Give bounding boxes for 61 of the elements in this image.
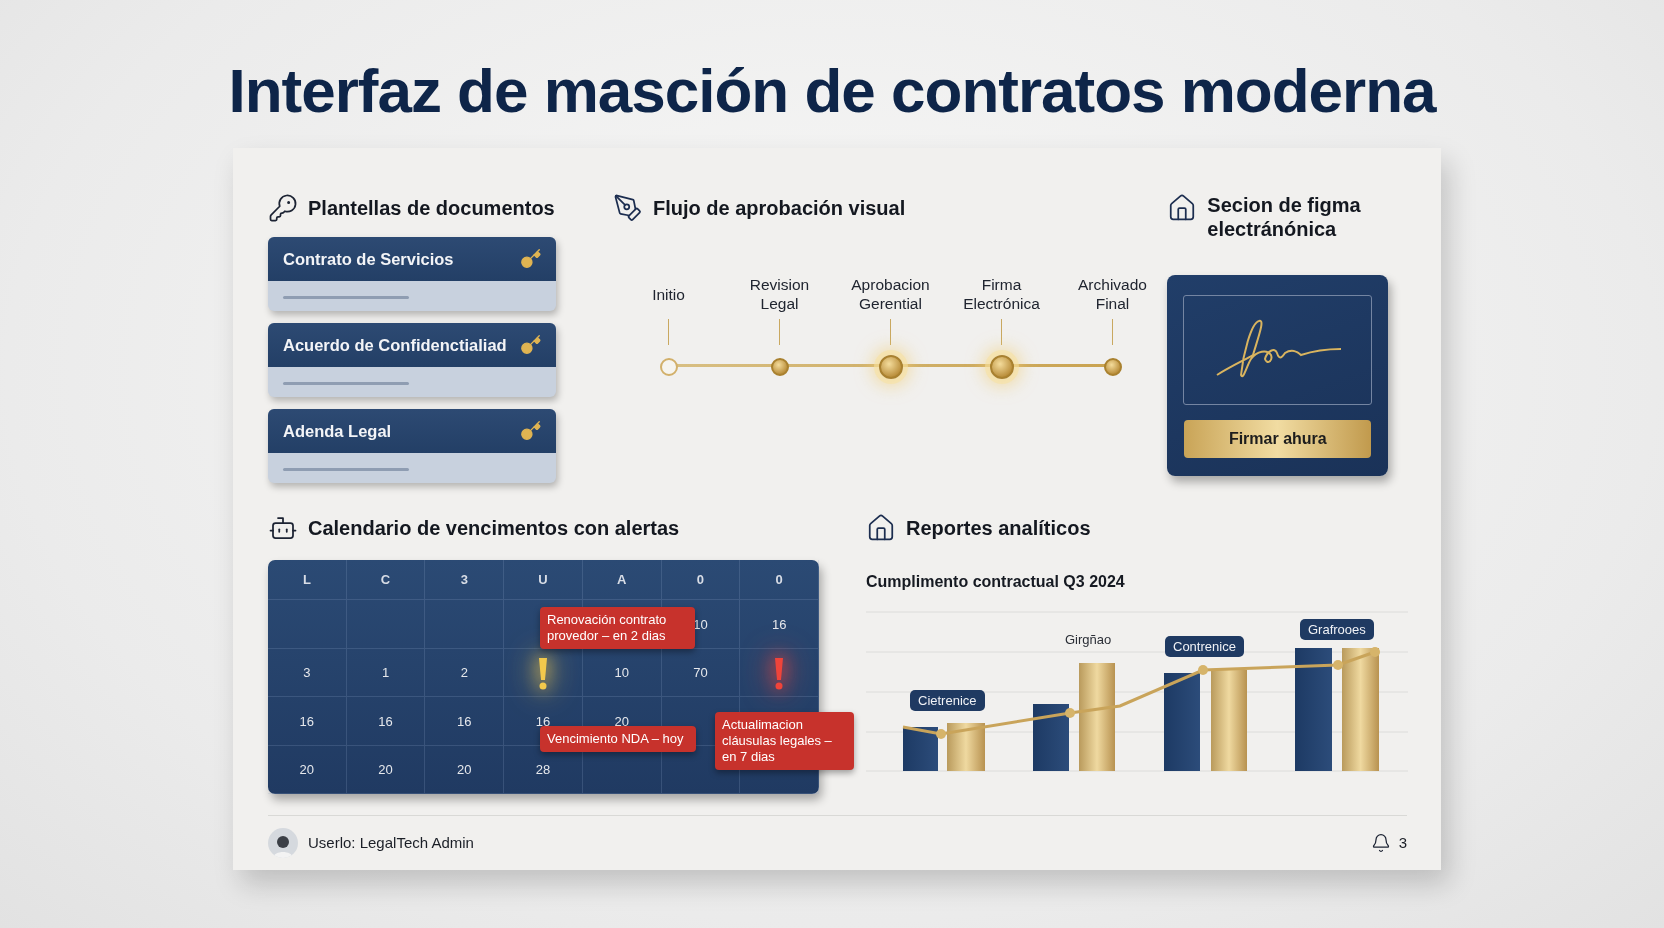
calendar-day[interactable]: 28: [535, 762, 551, 778]
calendar-cell[interactable]: 20: [268, 745, 347, 795]
calendar-cell[interactable]: 16: [425, 697, 505, 746]
step-label: Initio: [652, 284, 685, 305]
calendar-day[interactable]: 20: [378, 762, 393, 778]
calendar-day[interactable]: 20: [457, 762, 472, 778]
bar-label: Contrenice: [1165, 636, 1244, 658]
calendar-day[interactable]: 16: [535, 713, 551, 729]
weekday-label: A: [617, 572, 627, 588]
weekday-label: 3: [460, 572, 468, 588]
section-heading: Flujo de aprobación visual: [653, 196, 906, 220]
calendar-cell[interactable]: 16: [346, 697, 426, 746]
notification-count: 3: [1398, 834, 1407, 852]
template-name: Acuerdo de Confidenctialiad: [283, 335, 507, 355]
calendar-day[interactable]: 10: [693, 616, 708, 632]
calendar-cell[interactable]: 20: [346, 745, 426, 795]
weekday-label: U: [538, 572, 548, 588]
alert-popup: Actualimacion cláusulas legales – en 7 dias: [715, 712, 854, 771]
calendar-cell[interactable]: 20: [425, 745, 505, 795]
chart-title: Cumplimento contractual Q3 2024: [866, 573, 1126, 592]
calendar-day[interactable]: 16: [378, 713, 393, 729]
sign-button[interactable]: Firmar ahura: [1184, 420, 1372, 458]
weekday-label: C: [380, 572, 391, 588]
alert-popup: Vencimiento NDA – hoy: [540, 726, 696, 753]
step-label: Firma Electrónica: [963, 275, 1040, 313]
step-label: Archivado Final: [1078, 275, 1147, 313]
calendar-day[interactable]: 16: [457, 713, 472, 729]
template-name: Adenda Legal: [283, 421, 392, 441]
weekday-label: 0: [775, 572, 783, 588]
calendar-day[interactable]: 16: [299, 713, 315, 729]
alert-popup: Renovación contrato provedor – en 2 dias: [540, 607, 695, 650]
calendar-cell[interactable]: 1: [346, 648, 426, 698]
weekday-label: 0: [696, 572, 705, 588]
template-card[interactable]: Adenda Legal: [268, 409, 556, 483]
calendar-day[interactable]: 70: [693, 665, 708, 681]
step-label: Revision Legal: [749, 275, 810, 313]
page-title: Interfaz de masción de contratos moderna: [228, 55, 1436, 127]
bar-label: Girgñao: [1065, 632, 1112, 648]
section-heading: Secion de figma electránónica: [1207, 193, 1362, 241]
calendar-day[interactable]: 10: [614, 665, 629, 681]
template-card[interactable]: Contrato de Servicios: [268, 237, 556, 311]
calendar-day[interactable]: 1: [381, 665, 390, 681]
calendar-cell[interactable]: 16: [268, 697, 347, 746]
calendar-day[interactable]: 20: [299, 762, 315, 778]
calendar-day[interactable]: 3: [303, 665, 311, 681]
template-name: Contrato de Servicios: [283, 249, 454, 269]
section-heading: Plantellas de documentos: [308, 196, 555, 220]
calendar-cell[interactable]: 3: [268, 648, 347, 698]
section-heading: Calendario de vencimentos con alertas: [308, 516, 680, 541]
bar-label: Grafrooes: [1300, 619, 1374, 641]
bar-label: Cietrenice: [910, 690, 985, 712]
calendar-cell[interactable]: 16: [740, 600, 819, 649]
calendar-day[interactable]: 20: [614, 713, 629, 729]
calendar-cell[interactable]: 2: [425, 648, 505, 698]
calendar-day[interactable]: 16: [771, 616, 787, 632]
calendar-day[interactable]: 2: [460, 665, 468, 681]
weekday-label: L: [302, 572, 311, 588]
user-label: Userlo: LegalTech Admin: [308, 834, 474, 852]
template-card[interactable]: Acuerdo de Confidenctialiad: [268, 323, 556, 397]
section-heading: Reportes analíticos: [906, 516, 1091, 541]
step-label: Aprobacion Gerential: [851, 275, 930, 313]
